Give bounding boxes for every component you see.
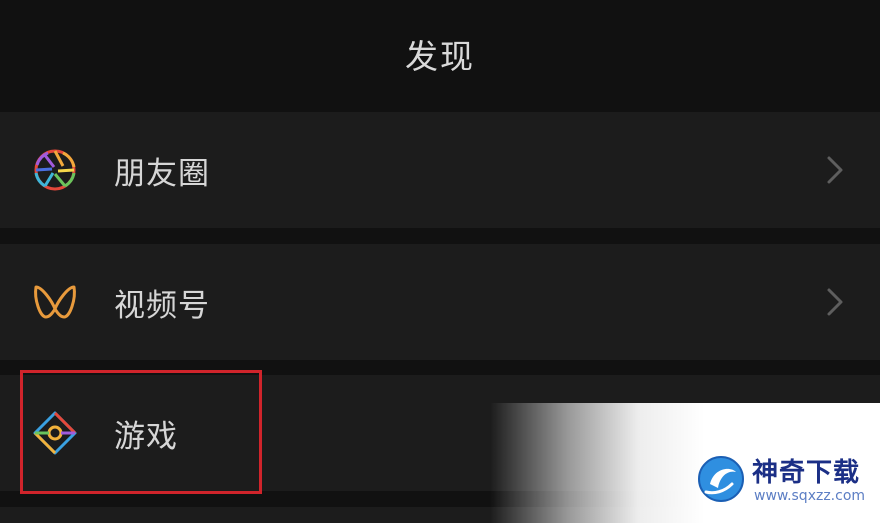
menu-item-label: 朋友圈 <box>114 155 210 192</box>
menu-item-label: 游戏 <box>114 418 178 455</box>
watermark-url: www.sqxzz.com <box>754 488 866 504</box>
watermark-logo-icon <box>696 454 746 504</box>
games-diamond-icon <box>32 410 78 456</box>
watermark-name: 神奇下载 <box>752 458 861 488</box>
menu-item-moments[interactable]: 朋友圈 <box>0 112 880 228</box>
chevron-right-icon <box>826 155 844 185</box>
discover-screen: 发现 朋友圈 视频号 游戏 神奇下载 www.sqxzz.com <box>0 0 880 523</box>
page-title: 发现 <box>405 37 475 76</box>
chevron-right-icon <box>826 287 844 317</box>
menu-item-label: 视频号 <box>114 287 210 324</box>
watermark: 神奇下载 www.sqxzz.com <box>694 452 880 510</box>
moments-shutter-icon <box>32 147 78 193</box>
channels-butterfly-icon <box>32 279 78 325</box>
top-bar: 发现 <box>0 0 880 108</box>
menu-item-channels[interactable]: 视频号 <box>0 244 880 360</box>
